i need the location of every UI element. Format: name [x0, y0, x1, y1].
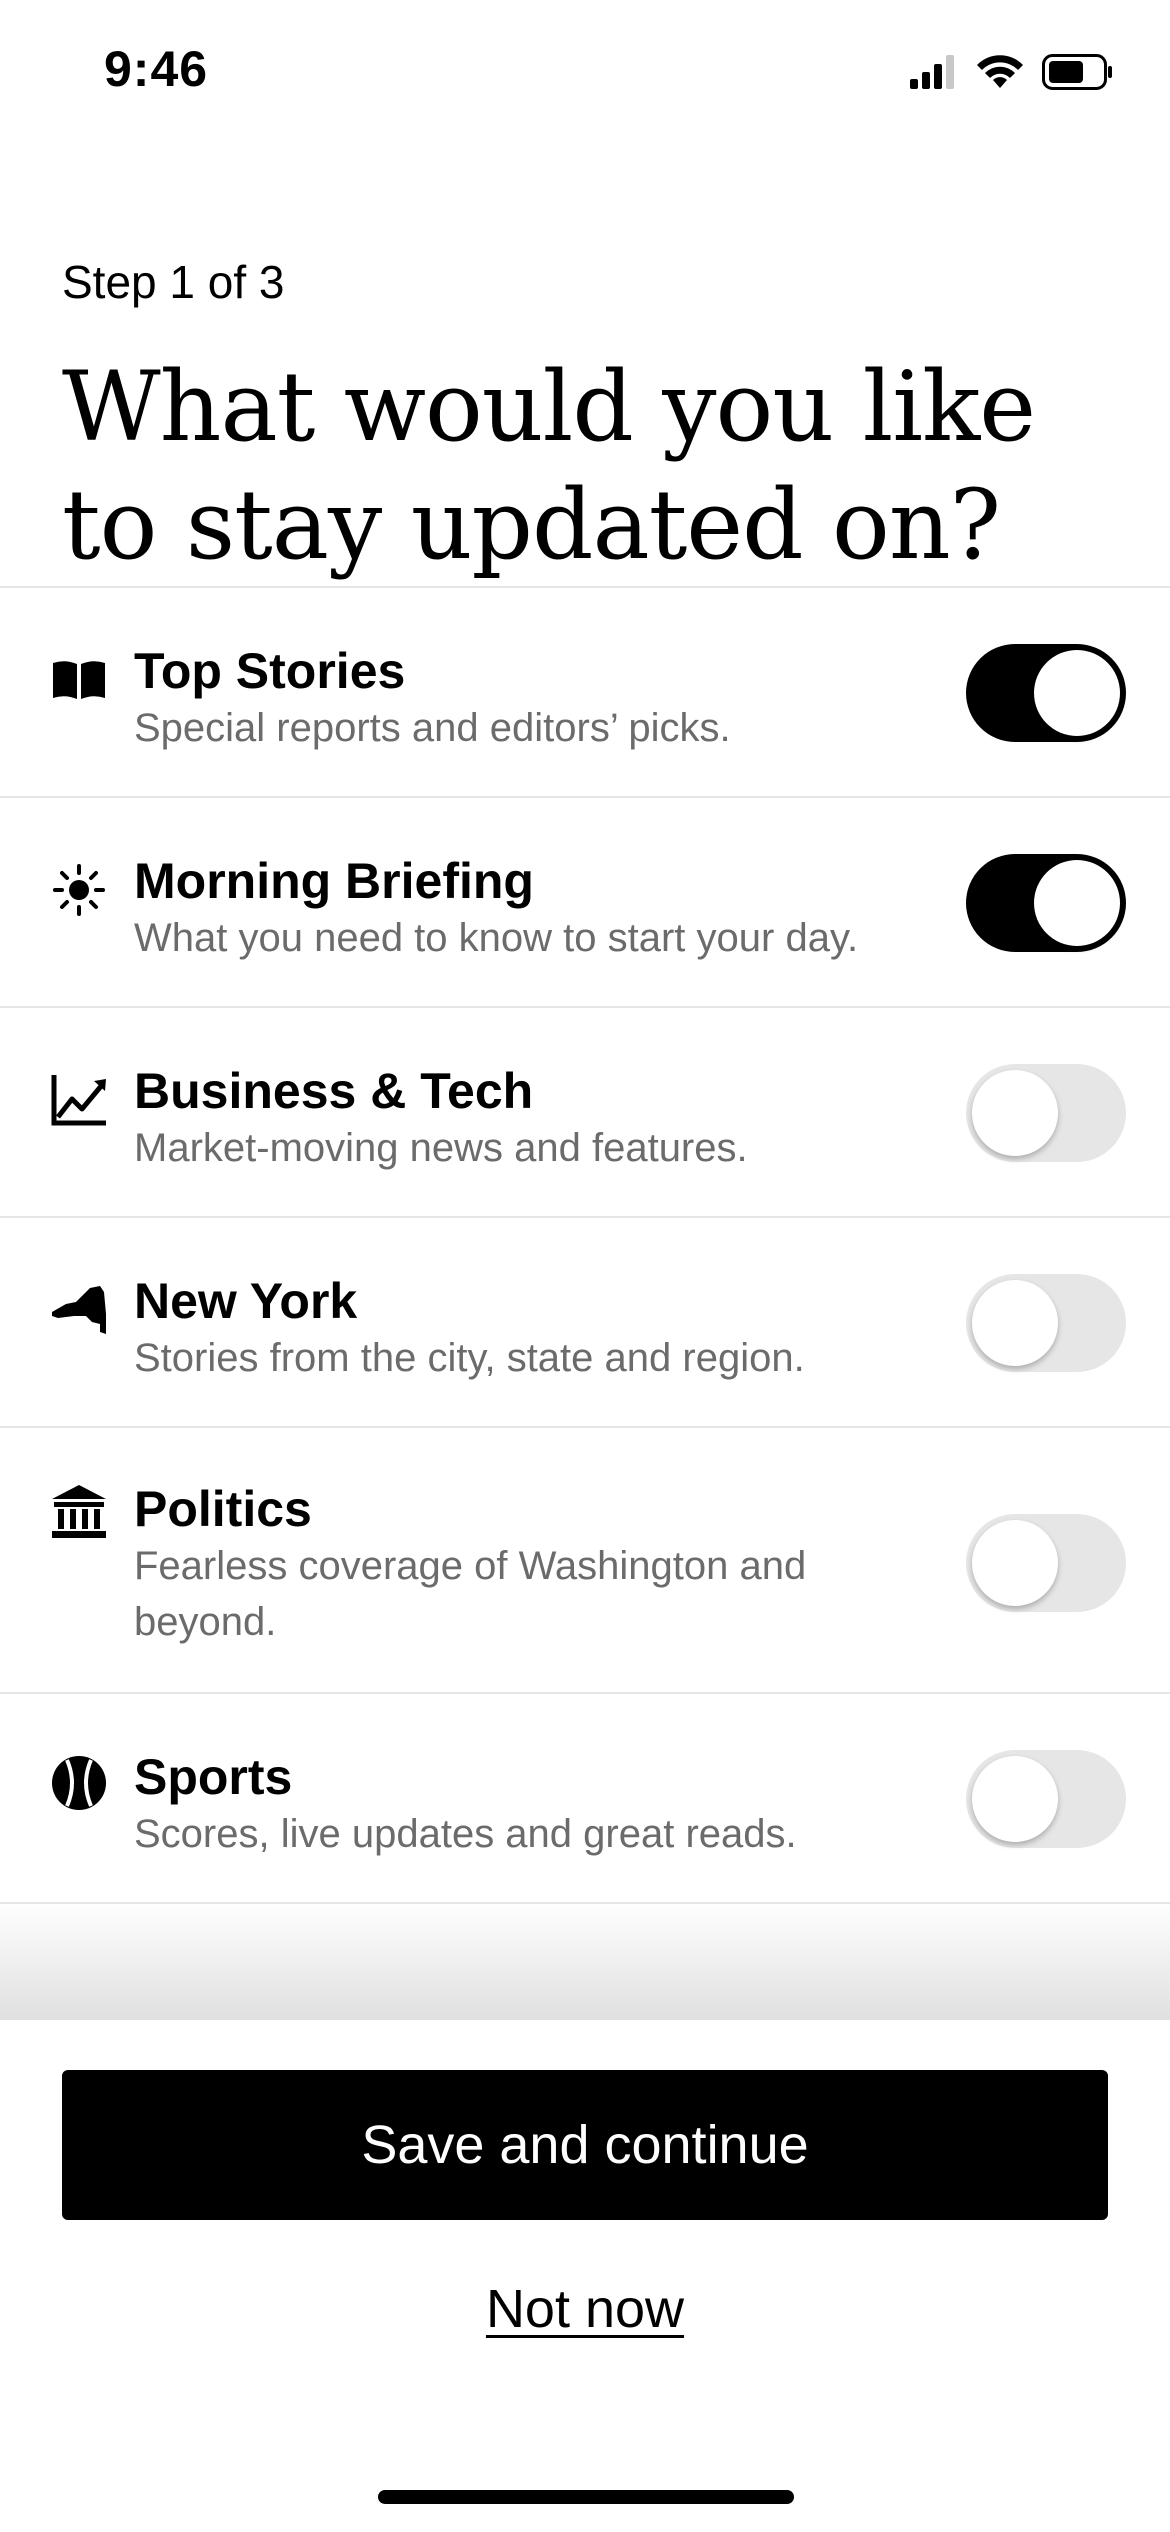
topic-row-business-tech: Business & Tech Market-moving news and f…	[0, 1008, 1170, 1218]
topic-description: Special reports and editors’ picks.	[134, 706, 731, 750]
topic-description: Market-moving news and features.	[134, 1126, 748, 1170]
topic-description: What you need to know to start your day.	[134, 916, 859, 960]
toggle-knob	[972, 1280, 1058, 1366]
politics-toggle[interactable]	[966, 1514, 1126, 1612]
toggle-knob	[972, 1520, 1058, 1606]
topic-list: Top Stories Special reports and editors’…	[0, 586, 1170, 1904]
toggle-knob	[972, 1756, 1058, 1842]
topic-description: Fearless coverage of Washington and beyo…	[134, 1544, 807, 1644]
toggle-knob	[1034, 860, 1120, 946]
bottom-action-panel: Save and continue Not now	[0, 2020, 1170, 2532]
wifi-icon	[976, 54, 1024, 95]
cellular-signal-icon	[910, 55, 958, 94]
topic-row-morning-briefing: Morning Briefing What you need to know t…	[0, 798, 1170, 1008]
line-chart-icon	[50, 1071, 108, 1129]
topic-description: Stories from the city, state and region.	[134, 1336, 805, 1380]
capitol-building-icon	[50, 1483, 108, 1541]
business-tech-toggle[interactable]	[966, 1064, 1126, 1162]
battery-icon	[1042, 54, 1114, 95]
bottom-panel-shadow	[0, 1900, 1170, 2020]
status-icons	[910, 54, 1114, 95]
topic-description: Scores, live updates and great reads.	[134, 1812, 797, 1856]
topic-title: Politics	[134, 1481, 312, 1537]
sports-toggle[interactable]	[966, 1750, 1126, 1848]
topic-row-new-york: New York Stories from the city, state an…	[0, 1218, 1170, 1428]
morning-briefing-toggle[interactable]	[966, 854, 1126, 952]
topic-title: Business & Tech	[134, 1063, 534, 1119]
topic-title: New York	[134, 1273, 358, 1329]
top-stories-toggle[interactable]	[966, 644, 1126, 742]
page-title: What would you like to stay updated on?	[62, 351, 1036, 581]
sun-icon	[50, 861, 108, 919]
topic-row-sports: Sports Scores, live updates and great re…	[0, 1694, 1170, 1904]
new-york-toggle[interactable]	[966, 1274, 1126, 1372]
toggle-knob	[1034, 650, 1120, 736]
status-bar: 9:46	[0, 0, 1170, 150]
not-now-link[interactable]: Not now	[0, 2278, 1170, 2340]
baseball-icon	[50, 1754, 108, 1812]
save-and-continue-button[interactable]: Save and continue	[62, 2070, 1108, 2220]
topic-title: Morning Briefing	[134, 853, 534, 909]
new-york-state-icon	[50, 1281, 108, 1339]
topic-title: Sports	[134, 1749, 293, 1805]
topic-row-politics: Politics Fearless coverage of Washington…	[0, 1428, 1170, 1694]
status-time: 9:46	[104, 41, 209, 97]
toggle-knob	[972, 1070, 1058, 1156]
step-indicator: Step 1 of 3	[62, 256, 285, 308]
topic-title: Top Stories	[134, 643, 406, 699]
open-book-icon	[50, 651, 108, 709]
home-indicator[interactable]	[378, 2490, 794, 2504]
topic-row-top-stories: Top Stories Special reports and editors’…	[0, 588, 1170, 798]
